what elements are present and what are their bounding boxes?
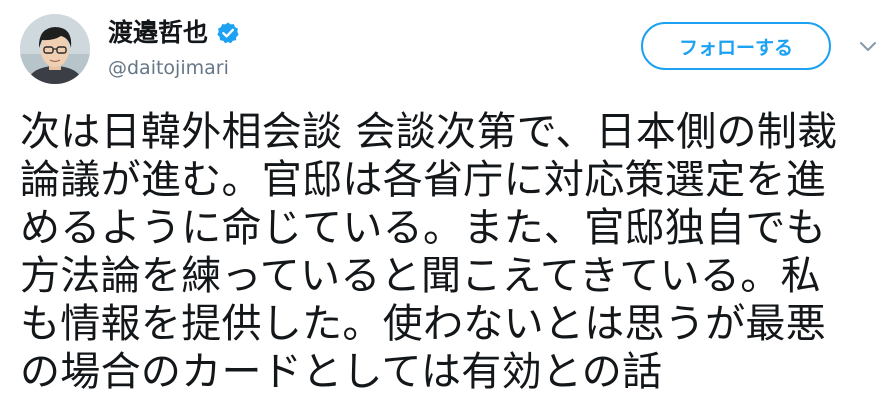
- tweet-card: 渡邉哲也 @daitojimari フォローする 次は日韓外相会談 会談次第で、…: [0, 0, 894, 409]
- verified-badge-icon: [216, 21, 240, 45]
- follow-button[interactable]: フォローする: [641, 22, 831, 70]
- display-name[interactable]: 渡邉哲也: [108, 18, 208, 48]
- tweet-text: 次は日韓外相会談 会談次第で、日本側の制裁 論議が進む。官邸は各省庁に対応策選定…: [20, 108, 882, 396]
- tweet-text-line: めるように命じている。また、官邸独自でも: [20, 205, 826, 251]
- avatar[interactable]: [20, 14, 90, 84]
- tweet-text-line: の場合のカードとしては有効との話: [20, 349, 663, 395]
- tweet-text-line: 論議が進む。官邸は各省庁に対応策選定を進: [20, 157, 826, 203]
- tweet-text-line: も情報を提供した。使わないとは思うが最悪: [20, 301, 826, 347]
- user-handle[interactable]: @daitojimari: [108, 56, 229, 80]
- tweet-text-line: 方法論を練っていると聞こえてきている。私: [20, 253, 821, 299]
- tweet-text-line: 次は日韓外相会談 会談次第で、日本側の制裁: [20, 109, 838, 155]
- chevron-down-icon[interactable]: [856, 36, 880, 56]
- avatar-image: [20, 14, 90, 84]
- user-name-row[interactable]: 渡邉哲也: [108, 18, 240, 48]
